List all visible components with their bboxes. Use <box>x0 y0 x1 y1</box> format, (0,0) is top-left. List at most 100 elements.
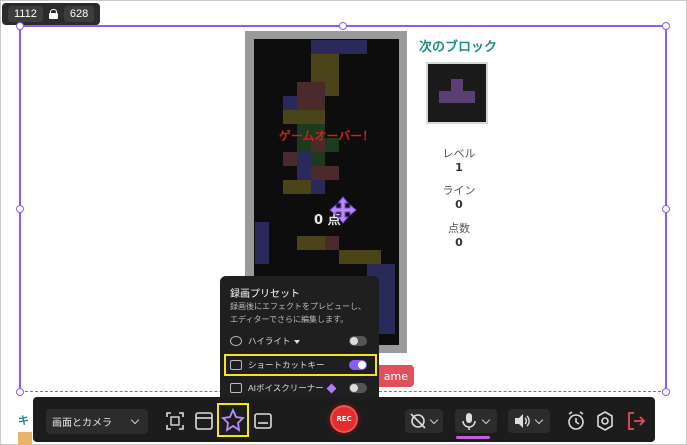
resize-handle-top-right[interactable] <box>662 22 670 30</box>
board-cell <box>311 40 325 54</box>
window-select-icon[interactable] <box>192 409 216 433</box>
chevron-down-icon <box>130 415 140 425</box>
exit-icon[interactable] <box>624 409 648 433</box>
board-cell <box>297 166 311 180</box>
keyboard-icon <box>230 360 242 370</box>
ai-voice-icon <box>230 383 242 393</box>
chevron-down-icon[interactable] <box>429 415 439 425</box>
board-cell <box>381 306 395 320</box>
camera-off-icon <box>410 413 426 429</box>
preset-label-highlight: ハイライト <box>248 336 291 346</box>
board-cell <box>297 180 311 194</box>
camera-toggle[interactable] <box>405 409 443 433</box>
board-cell <box>381 278 395 292</box>
board-cell <box>255 222 269 236</box>
board-cell <box>297 236 311 250</box>
preset-row-highlight[interactable]: ハイライト <box>226 332 375 350</box>
t-piece-icon <box>439 79 475 103</box>
shortcut-keys-toggle[interactable] <box>349 360 367 370</box>
board-cell <box>311 236 325 250</box>
resize-handle-left[interactable] <box>16 205 24 213</box>
board-cell <box>381 292 395 306</box>
board-cell <box>255 250 269 264</box>
system-audio-toggle[interactable] <box>508 409 550 433</box>
board-cell <box>381 264 395 278</box>
board-cell <box>325 68 339 82</box>
board-cell <box>311 180 325 194</box>
board-cell <box>367 250 381 264</box>
preset-row-shortcut-keys[interactable]: ショートカットキー <box>224 354 377 376</box>
lines-label: ライン <box>442 184 476 197</box>
board-cell <box>325 40 339 54</box>
height-value[interactable]: 628 <box>63 6 95 22</box>
effects-preset-icon[interactable] <box>217 403 249 437</box>
board-cell <box>325 166 339 180</box>
popup-title: 録画プリセット <box>230 289 300 300</box>
board-cell <box>353 250 367 264</box>
preset-label-shortcut-keys: ショートカットキー <box>248 360 325 370</box>
highlight-icon <box>230 336 242 346</box>
board-cell <box>311 96 325 110</box>
resize-handle-top-left[interactable] <box>16 22 24 30</box>
level-label: レベル <box>442 147 476 160</box>
board-cell <box>353 40 367 54</box>
move-icon[interactable] <box>329 196 357 224</box>
board-cell <box>297 110 311 124</box>
chevron-down-icon[interactable] <box>481 415 491 425</box>
keyboard-icon[interactable] <box>251 409 275 433</box>
mode-select-value: 画面とカメラ <box>52 418 112 429</box>
points-label: 点数 <box>448 222 470 235</box>
record-button[interactable]: REC <box>330 405 358 433</box>
board-cell <box>297 152 311 166</box>
recording-preset-popup: 録画プリセット 録画後にエフェクトをプレビューし、エディターでさらに編集します。… <box>220 276 379 404</box>
board-cell <box>325 82 339 96</box>
board-cell <box>283 96 297 110</box>
game-over-text: ゲームオーバー！ <box>278 129 375 143</box>
board-cell <box>311 68 325 82</box>
speaker-icon <box>515 414 530 428</box>
resize-handle-bottom-left[interactable] <box>16 388 24 396</box>
board-cell <box>381 320 395 334</box>
board-cell <box>283 152 297 166</box>
level-value: 1 <box>455 161 463 174</box>
settings-gear-icon[interactable] <box>593 409 617 433</box>
board-cell <box>311 166 325 180</box>
region-select-icon[interactable] <box>163 409 187 433</box>
board-cell <box>325 54 339 68</box>
lines-value: 0 <box>455 198 463 211</box>
points-value: 0 <box>455 236 463 249</box>
timer-icon[interactable] <box>564 409 588 433</box>
preset-row-ai-voice[interactable]: AIボイスクリーナー <box>226 379 375 397</box>
chevron-down-icon[interactable] <box>534 415 544 425</box>
highlight-toggle[interactable] <box>349 336 367 346</box>
board-cell <box>311 82 325 96</box>
width-value[interactable]: 1112 <box>8 6 43 22</box>
board-cell <box>255 236 269 250</box>
board-cell <box>339 40 353 54</box>
mode-select[interactable]: 画面とカメラ <box>46 409 148 434</box>
resize-handle-right[interactable] <box>662 205 670 213</box>
board-cell <box>311 54 325 68</box>
microphone-toggle[interactable] <box>455 409 497 433</box>
board-cell <box>325 236 339 250</box>
peek-text: キ <box>18 414 29 427</box>
board-cell <box>311 152 325 166</box>
peek-block <box>18 432 32 445</box>
resize-handle-top[interactable] <box>339 22 347 30</box>
popup-description: 録画後にエフェクトをプレビューし、エディターでさらに編集します。 <box>230 302 366 324</box>
board-cell <box>311 110 325 124</box>
next-block-preview <box>426 62 488 124</box>
microphone-icon <box>462 413 476 430</box>
capture-size-indicator: 1112 628 <box>2 3 101 25</box>
board-cell <box>297 96 311 110</box>
ai-voice-toggle[interactable] <box>349 383 367 393</box>
board-cell <box>283 110 297 124</box>
next-block-title: 次のブロック <box>419 40 498 55</box>
resize-handle-bottom-right[interactable] <box>662 388 670 396</box>
board-cell <box>339 250 353 264</box>
board-cell <box>297 82 311 96</box>
premium-gem-icon <box>326 383 337 394</box>
board-cell <box>283 180 297 194</box>
lock-icon[interactable] <box>48 9 58 19</box>
chevron-down-icon[interactable] <box>294 339 301 344</box>
